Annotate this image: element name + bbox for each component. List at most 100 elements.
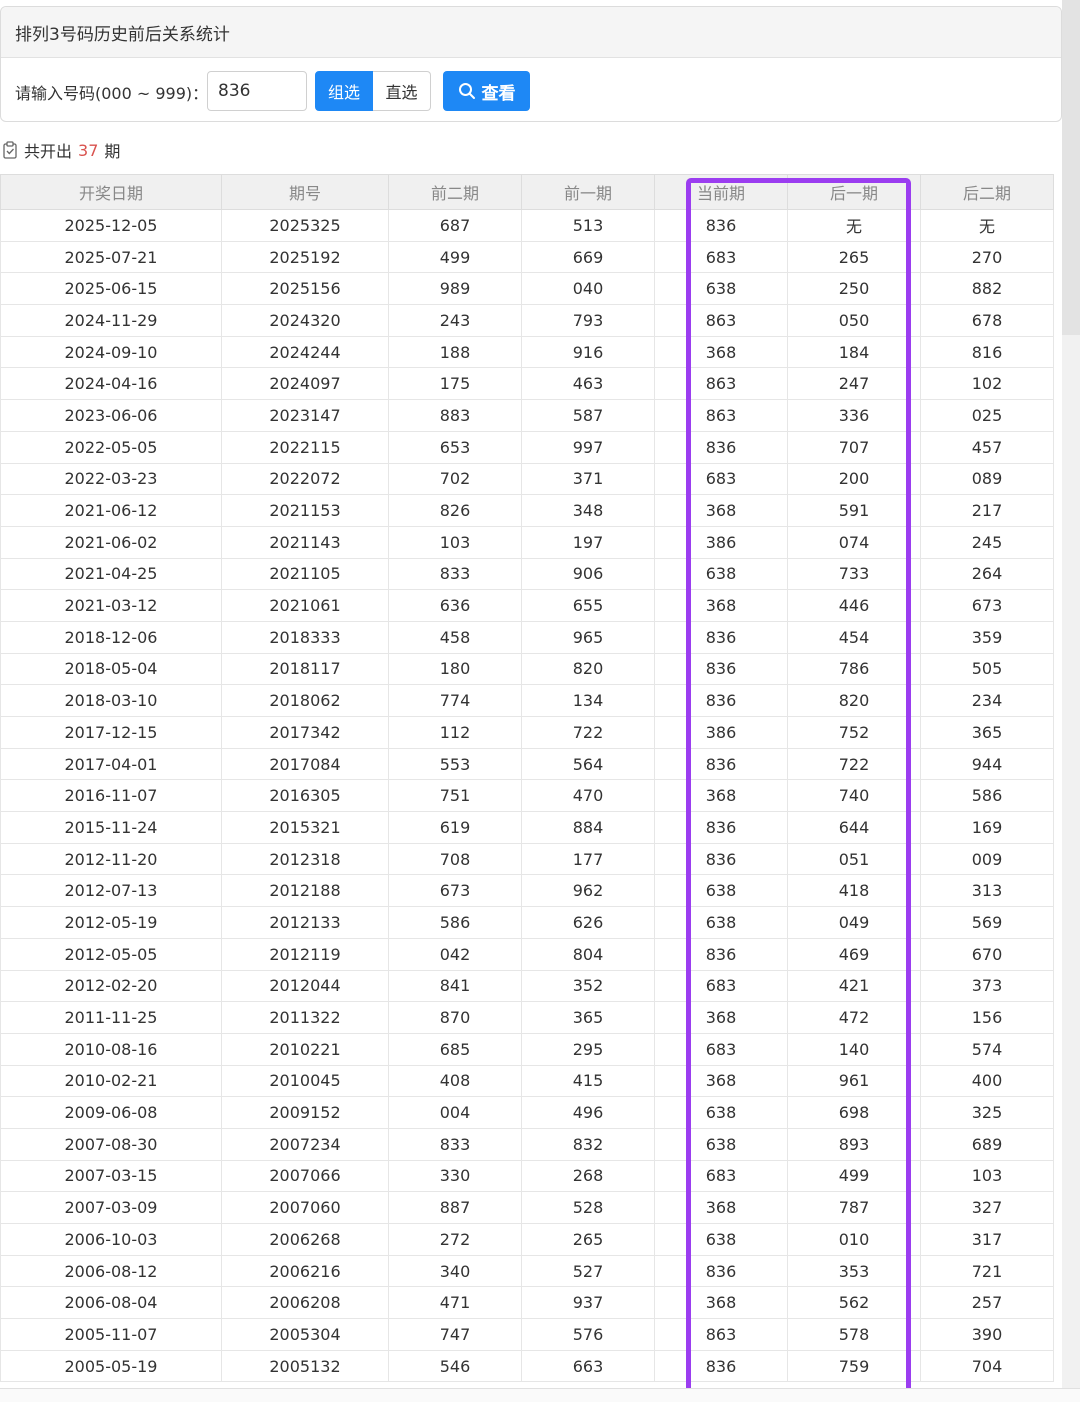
- table-row: 2024-04-16 2024097 175 463 863 247 102: [0, 367, 1054, 401]
- table-row: 2007-08-30 2007234 833 832 638 893 689: [0, 1127, 1054, 1161]
- table-cell: 2018-12-06: [0, 620, 222, 654]
- table-cell: 103: [920, 1159, 1054, 1193]
- table-row: 2021-06-12 2021153 826 348 368 591 217: [0, 494, 1054, 527]
- table-cell: 962: [521, 874, 655, 908]
- table-cell: 638: [654, 1223, 788, 1256]
- table-cell: 272: [388, 1223, 522, 1256]
- table-cell: 217: [920, 494, 1054, 527]
- table-cell: 2022115: [221, 430, 389, 464]
- table-row: 2005-05-19 2005132 546 663 836 759 704: [0, 1349, 1054, 1383]
- table-cell: 683: [654, 1032, 788, 1066]
- table-cell: 463: [521, 367, 655, 401]
- table-cell: 257: [920, 1286, 1054, 1320]
- table-cell: 2006216: [221, 1254, 389, 1288]
- table-cell: 102: [920, 367, 1054, 401]
- table-cell: 2018-05-04: [0, 652, 222, 686]
- table-cell: 2023-06-06: [0, 399, 222, 432]
- direct-select-button[interactable]: 直选: [373, 71, 431, 111]
- table-cell: 906: [521, 557, 655, 591]
- table-cell: 863: [654, 399, 788, 432]
- table-cell: 2024097: [221, 367, 389, 401]
- table-cell: 2016305: [221, 779, 389, 813]
- column-header: 期号: [221, 174, 389, 210]
- table-cell: 997: [521, 430, 655, 464]
- table-cell: 2021-06-12: [0, 494, 222, 527]
- table-cell: 961: [787, 1064, 921, 1098]
- table-cell: 470: [521, 779, 655, 813]
- table-cell: 340: [388, 1254, 522, 1288]
- table-cell: 368: [654, 1001, 788, 1034]
- table-row: 2018-03-10 2018062 774 134 836 820 234: [0, 684, 1054, 717]
- table-cell: 2015-11-24: [0, 811, 222, 844]
- table-cell: 887: [388, 1191, 522, 1224]
- table-cell: 421: [787, 969, 921, 1003]
- table-cell: 683: [654, 1159, 788, 1193]
- table-cell: 458: [388, 620, 522, 654]
- number-input[interactable]: [207, 71, 307, 111]
- column-header: 后一期: [787, 174, 921, 210]
- table-cell: 2021143: [221, 525, 389, 559]
- table-cell: 140: [787, 1032, 921, 1066]
- table-cell: 042: [388, 937, 522, 971]
- table-cell: 685: [388, 1032, 522, 1066]
- table-cell: 050: [787, 304, 921, 337]
- table-row: 2024-09-10 2024244 188 916 368 184 816: [0, 335, 1054, 369]
- table-cell: 368: [654, 1064, 788, 1098]
- table-cell: 2021-03-12: [0, 589, 222, 622]
- table-row: 2021-03-12 2021061 636 655 368 446 673: [0, 589, 1054, 622]
- table-cell: 2016-11-07: [0, 779, 222, 813]
- table-cell: 188: [388, 335, 522, 369]
- table-cell: 528: [521, 1191, 655, 1224]
- table-cell: 2023147: [221, 399, 389, 432]
- table-cell: 234: [920, 684, 1054, 717]
- panel-title: 排列3号码历史前后关系统计: [1, 7, 1061, 58]
- table-cell: 180: [388, 652, 522, 686]
- table-cell: 638: [654, 1127, 788, 1161]
- table-cell: 708: [388, 842, 522, 876]
- table-row: 2022-03-23 2022072 702 371 683 200 089: [0, 462, 1054, 496]
- table-cell: 836: [654, 652, 788, 686]
- table-cell: 591: [787, 494, 921, 527]
- table-row: 2012-05-05 2012119 042 804 836 469 670: [0, 937, 1054, 971]
- table-cell: 836: [654, 430, 788, 464]
- table-cell: 2021-06-02: [0, 525, 222, 559]
- table-row: 2007-03-09 2007060 887 528 368 787 327: [0, 1191, 1054, 1224]
- table-cell: 2010221: [221, 1032, 389, 1066]
- search-button[interactable]: 查看: [443, 71, 530, 111]
- table-cell: 2017-04-01: [0, 747, 222, 781]
- table-cell: 025: [920, 399, 1054, 432]
- table-cell: 2025-06-15: [0, 272, 222, 306]
- table-cell: 655: [521, 589, 655, 622]
- table-cell: 353: [787, 1254, 921, 1288]
- table-cell: 751: [388, 779, 522, 813]
- table-cell: 330: [388, 1159, 522, 1193]
- table-cell: 265: [787, 240, 921, 274]
- table-cell: 2012188: [221, 874, 389, 908]
- table-cell: 2017342: [221, 716, 389, 749]
- table-cell: 820: [787, 684, 921, 717]
- table-cell: 2024-11-29: [0, 304, 222, 337]
- table-cell: 619: [388, 811, 522, 844]
- table-cell: 2005132: [221, 1349, 389, 1383]
- table-cell: 820: [521, 652, 655, 686]
- table-cell: 786: [787, 652, 921, 686]
- table-cell: 265: [521, 1223, 655, 1256]
- table-cell: 2007060: [221, 1191, 389, 1224]
- table-cell: 863: [654, 304, 788, 337]
- table-row: 2006-10-03 2006268 272 265 638 010 317: [0, 1223, 1054, 1256]
- table-cell: 200: [787, 462, 921, 496]
- table-cell: 638: [654, 557, 788, 591]
- table-cell: 2025-12-05: [0, 209, 222, 242]
- table-cell: 836: [654, 684, 788, 717]
- table-cell: 669: [521, 240, 655, 274]
- table-cell: 2018117: [221, 652, 389, 686]
- table-cell: 368: [654, 779, 788, 813]
- table-row: 2006-08-04 2006208 471 937 368 562 257: [0, 1286, 1054, 1320]
- table-cell: 313: [920, 874, 1054, 908]
- group-select-button[interactable]: 组选: [315, 71, 373, 111]
- table-cell: 527: [521, 1254, 655, 1288]
- table-cell: 562: [787, 1286, 921, 1320]
- table-cell: 2022-05-05: [0, 430, 222, 464]
- table-cell: 268: [521, 1159, 655, 1193]
- table-cell: 586: [920, 779, 1054, 813]
